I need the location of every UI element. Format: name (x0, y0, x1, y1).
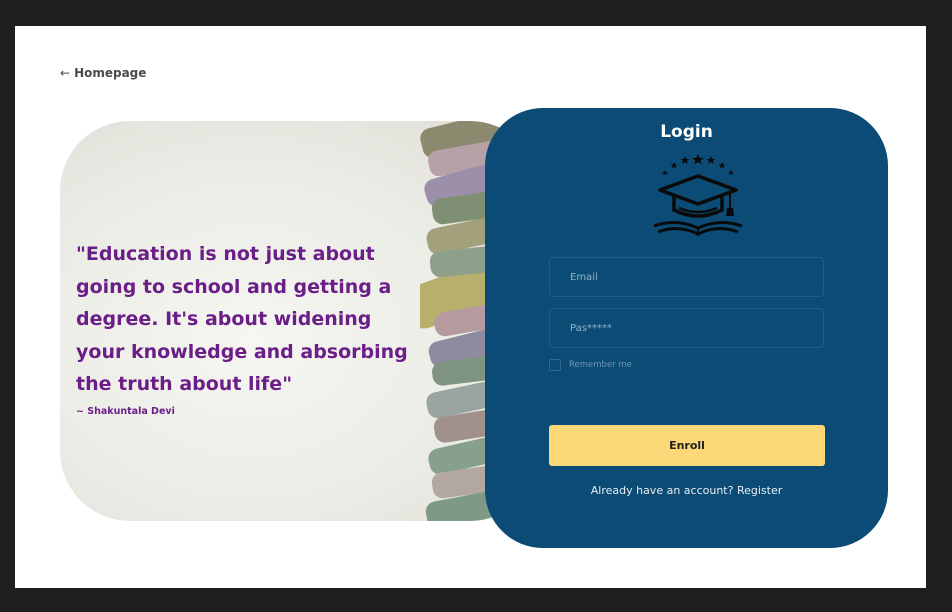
quote-author: ~ Shakuntala Devi (76, 406, 175, 417)
hero-card: "Education is not just about going to sc… (60, 121, 540, 521)
email-field[interactable] (549, 257, 824, 297)
remember-me-checkbox[interactable] (549, 359, 561, 371)
back-to-homepage-link[interactable]: ← Homepage (60, 66, 146, 80)
register-link[interactable]: Already have an account? Register (485, 484, 888, 497)
back-link-label: Homepage (74, 66, 147, 80)
quote-text: "Education is not just about going to sc… (76, 243, 408, 395)
page: ← Homepage "Education is not just about … (15, 26, 926, 588)
login-title: Login (660, 122, 713, 142)
remember-me-label: Remember me (569, 360, 632, 370)
arrow-left-icon: ← (60, 66, 71, 80)
login-panel: Login Remember me (485, 108, 888, 548)
enroll-button[interactable]: Enroll (549, 425, 825, 466)
graduation-cap-icon (653, 154, 743, 236)
remember-me-option[interactable]: Remember me (549, 359, 632, 371)
password-field[interactable] (549, 308, 824, 348)
